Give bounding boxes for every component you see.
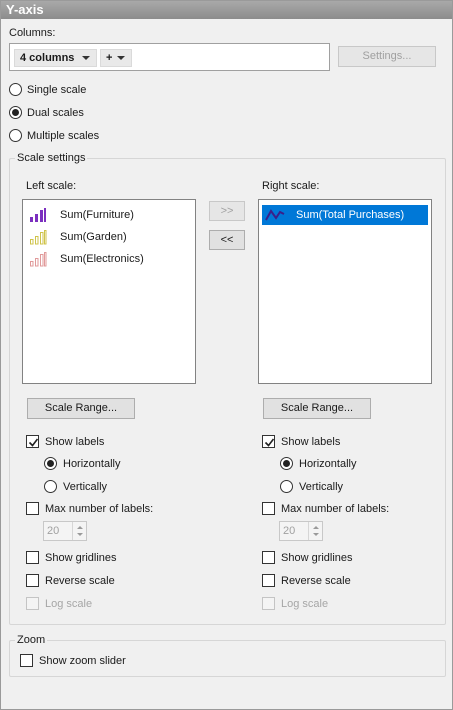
zoom-title: Zoom bbox=[15, 633, 48, 647]
left-scale-range-button[interactable]: Scale Range... bbox=[27, 398, 135, 419]
columns-count-label: 4 columns bbox=[20, 52, 75, 64]
multiple-scales-radio[interactable] bbox=[9, 129, 22, 142]
list-item[interactable]: Sum(Furniture) bbox=[26, 205, 192, 225]
right-max-labels-stepper[interactable]: 20 bbox=[279, 521, 323, 541]
single-scale-label: Single scale bbox=[27, 84, 87, 96]
right-vertically-label: Vertically bbox=[299, 481, 344, 493]
panel-title: Y-axis bbox=[1, 1, 452, 19]
right-reverse-scale-checkbox[interactable] bbox=[262, 574, 275, 587]
right-log-scale-checkbox[interactable] bbox=[262, 597, 275, 610]
dual-scales-label: Dual scales bbox=[27, 107, 84, 119]
left-log-scale-checkbox[interactable] bbox=[26, 597, 39, 610]
right-scale-label: Right scale: bbox=[262, 180, 320, 192]
left-horizontally-radio[interactable] bbox=[44, 457, 57, 470]
add-column-label: + bbox=[106, 52, 113, 64]
list-item-label: Sum(Electronics) bbox=[60, 253, 144, 265]
right-scale-list[interactable]: Sum(Total Purchases) bbox=[258, 199, 432, 384]
right-show-labels-checkbox[interactable] bbox=[262, 435, 275, 448]
right-show-gridlines-label: Show gridlines bbox=[281, 552, 353, 564]
list-item[interactable]: Sum(Garden) bbox=[26, 227, 192, 247]
left-scale-label: Left scale: bbox=[26, 180, 77, 192]
columns-label: Columns: bbox=[9, 27, 56, 39]
right-show-labels-label: Show labels bbox=[281, 436, 341, 448]
right-max-labels-value: 20 bbox=[283, 525, 296, 537]
stepper-arrows[interactable] bbox=[308, 522, 322, 540]
list-item-label: Sum(Garden) bbox=[60, 231, 127, 243]
right-horizontally-label: Horizontally bbox=[299, 458, 357, 470]
move-to-left-button[interactable]: << bbox=[209, 230, 245, 250]
right-vertically-radio[interactable] bbox=[280, 480, 293, 493]
left-max-labels-stepper[interactable]: 20 bbox=[43, 521, 87, 541]
dual-scales-radio[interactable] bbox=[9, 106, 22, 119]
y-axis-panel: Y-axis Columns: 4 columns + Settings... … bbox=[0, 0, 453, 710]
left-horizontally-label: Horizontally bbox=[63, 458, 121, 470]
left-max-labels-value: 20 bbox=[47, 525, 60, 537]
list-item-label: Sum(Furniture) bbox=[60, 209, 134, 221]
left-vertically-label: Vertically bbox=[63, 481, 108, 493]
right-reverse-scale-label: Reverse scale bbox=[281, 575, 351, 587]
chevron-up-icon bbox=[77, 526, 83, 529]
right-horizontally-radio[interactable] bbox=[280, 457, 293, 470]
right-max-labels-checkbox[interactable] bbox=[262, 502, 275, 515]
chevron-down-icon bbox=[117, 56, 125, 60]
left-log-scale-label: Log scale bbox=[45, 598, 93, 610]
add-column-chip[interactable]: + bbox=[100, 49, 132, 67]
chevron-down-icon bbox=[82, 56, 90, 60]
show-zoom-slider-checkbox[interactable] bbox=[20, 654, 33, 667]
left-show-gridlines-checkbox[interactable] bbox=[26, 551, 39, 564]
left-show-labels-checkbox[interactable] bbox=[26, 435, 39, 448]
columns-count-chip[interactable]: 4 columns bbox=[14, 49, 97, 67]
left-show-labels-label: Show labels bbox=[45, 436, 105, 448]
right-max-labels-label: Max number of labels: bbox=[281, 503, 390, 515]
left-reverse-scale-label: Reverse scale bbox=[45, 575, 115, 587]
bar-chart-icon bbox=[29, 251, 47, 274]
settings-button[interactable]: Settings... bbox=[338, 46, 436, 67]
line-chart-icon bbox=[265, 207, 285, 230]
right-scale-range-button[interactable]: Scale Range... bbox=[263, 398, 371, 419]
left-scale-list[interactable]: Sum(Furniture) Sum(Garden) Sum(Electroni… bbox=[22, 199, 196, 384]
single-scale-radio[interactable] bbox=[9, 83, 22, 96]
list-item[interactable]: Sum(Electronics) bbox=[26, 249, 192, 269]
chevron-down-icon bbox=[77, 533, 83, 536]
checkmark-icon bbox=[28, 438, 39, 447]
left-show-gridlines-label: Show gridlines bbox=[45, 552, 117, 564]
multiple-scales-label: Multiple scales bbox=[27, 130, 100, 142]
chevron-down-icon bbox=[313, 533, 319, 536]
left-vertically-radio[interactable] bbox=[44, 480, 57, 493]
list-item-label: Sum(Total Purchases) bbox=[296, 209, 405, 221]
left-max-labels-label: Max number of labels: bbox=[45, 503, 154, 515]
left-max-labels-checkbox[interactable] bbox=[26, 502, 39, 515]
left-reverse-scale-checkbox[interactable] bbox=[26, 574, 39, 587]
right-log-scale-label: Log scale bbox=[281, 598, 329, 610]
scale-settings-title: Scale settings bbox=[15, 151, 88, 165]
checkmark-icon bbox=[264, 438, 275, 447]
stepper-arrows[interactable] bbox=[72, 522, 86, 540]
move-to-right-button[interactable]: >> bbox=[209, 201, 245, 221]
chevron-up-icon bbox=[313, 526, 319, 529]
list-item[interactable]: Sum(Total Purchases) bbox=[262, 205, 428, 225]
columns-selector[interactable]: 4 columns + bbox=[9, 43, 330, 71]
show-zoom-slider-label: Show zoom slider bbox=[39, 655, 126, 667]
right-show-gridlines-checkbox[interactable] bbox=[262, 551, 275, 564]
